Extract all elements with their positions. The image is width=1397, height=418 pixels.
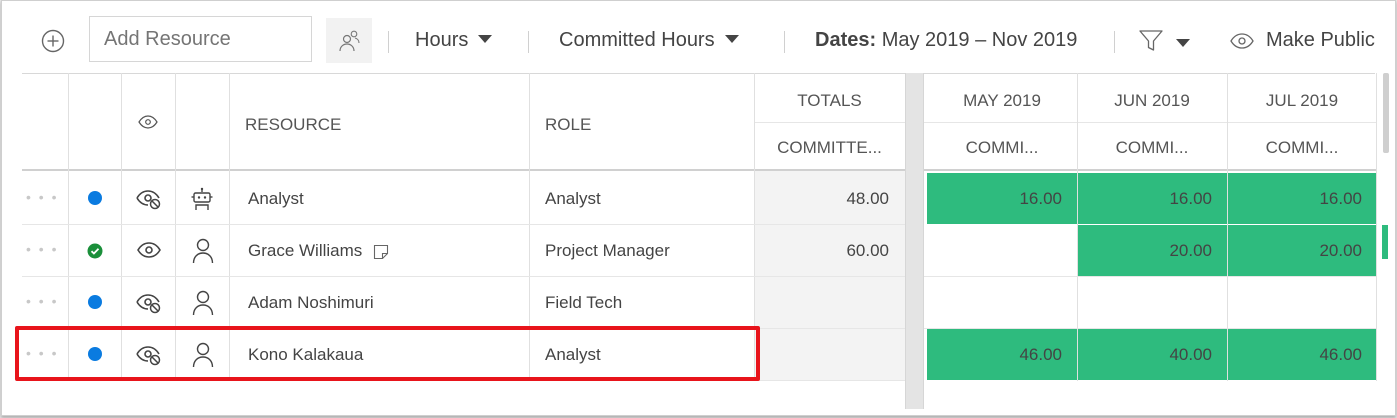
month-header-may[interactable]: MAY 2019 — [927, 91, 1077, 111]
resource-name-cell[interactable]: Grace Williams — [248, 241, 389, 261]
role-column-header[interactable]: ROLE — [545, 115, 591, 135]
scrollbar-thumb[interactable] — [1383, 73, 1389, 153]
committed-hours-dropdown[interactable]: Committed Hours — [559, 29, 739, 52]
dates-value: May 2019 – Nov 2019 — [881, 29, 1078, 51]
add-resource-input[interactable] — [104, 28, 297, 51]
resource-name[interactable]: Grace Williams — [248, 241, 362, 260]
resource-name[interactable]: Adam Noshimuri — [248, 293, 374, 313]
robot-icon — [191, 187, 213, 211]
header-bottom-border — [924, 169, 1376, 171]
month-subheader-may[interactable]: COMMI... — [927, 138, 1077, 158]
resource-column-header[interactable]: RESOURCE — [245, 115, 341, 135]
month-header-jun[interactable]: JUN 2019 — [1077, 91, 1227, 111]
status-dot — [88, 191, 102, 205]
row-drag-handle[interactable]: • • • — [26, 293, 58, 309]
overflow-cell-fill — [1382, 225, 1388, 259]
note-icon[interactable] — [373, 244, 389, 260]
month-subheader-jun[interactable]: COMMI... — [1077, 138, 1227, 158]
chevron-down-icon — [724, 34, 739, 43]
grid-top-border — [22, 73, 1375, 74]
toolbar-divider — [528, 31, 529, 53]
role-name[interactable]: Project Manager — [545, 241, 670, 261]
role-name[interactable]: Analyst — [545, 189, 601, 209]
row-divider — [22, 224, 905, 225]
chevron-down-icon — [478, 34, 493, 43]
row-drag-handle[interactable]: • • • — [26, 189, 58, 205]
dates-range[interactable]: Dates: May 2019 – Nov 2019 — [815, 29, 1077, 52]
row-divider — [924, 276, 1376, 277]
eye-hidden-icon[interactable] — [136, 188, 162, 210]
toolbar-divider — [1114, 31, 1115, 53]
row-drag-handle[interactable]: • • • — [26, 241, 58, 257]
filter-dropdown[interactable] — [1138, 28, 1198, 54]
totals-column-header[interactable]: TOTALS — [754, 91, 905, 111]
make-public-label: Make Public — [1266, 29, 1375, 51]
add-resource-field[interactable] — [89, 16, 312, 62]
pane-splitter[interactable] — [905, 73, 924, 409]
toolbar-divider — [784, 31, 785, 53]
toolbar-divider — [388, 31, 389, 53]
visibility-header-icon[interactable] — [138, 115, 158, 129]
resource-grid-window: Hours Committed Hours Dates: May 2019 – … — [1, 0, 1396, 416]
dates-prefix: Dates: — [815, 29, 877, 51]
month-value[interactable]: 46.00 — [1228, 345, 1362, 365]
month-value[interactable]: 16.00 — [1228, 189, 1362, 209]
person-icon — [192, 238, 214, 264]
eye-hidden-icon[interactable] — [136, 292, 162, 314]
highlight-box — [15, 326, 760, 381]
month-subheader-jul[interactable]: COMMI... — [1227, 138, 1377, 158]
people-search-button[interactable] — [326, 18, 372, 63]
eye-icon — [1230, 32, 1254, 50]
status-dot — [88, 295, 102, 309]
hours-label: Hours — [415, 29, 469, 51]
month-value[interactable]: 20.00 — [1228, 241, 1362, 261]
month-value[interactable]: 20.00 — [1078, 241, 1212, 261]
column-divider — [1376, 73, 1377, 381]
resource-name[interactable]: Analyst — [248, 189, 304, 209]
total-value: 60.00 — [846, 241, 889, 260]
header-divider — [924, 122, 1376, 123]
month-value[interactable]: 40.00 — [1078, 345, 1212, 365]
committed-hours-label: Committed Hours — [559, 29, 715, 51]
month-value[interactable]: 16.00 — [927, 189, 1062, 209]
total-value: 48.00 — [846, 189, 889, 208]
make-public-button[interactable]: Make Public — [1266, 29, 1375, 52]
month-value[interactable]: 46.00 — [927, 345, 1062, 365]
totals-committed-subheader[interactable]: COMMITTE... — [754, 138, 905, 158]
person-icon — [192, 290, 214, 316]
eye-icon[interactable] — [137, 242, 161, 258]
month-value[interactable]: 16.00 — [1078, 189, 1212, 209]
header-divider — [754, 122, 905, 123]
month-header-jul[interactable]: JUL 2019 — [1227, 91, 1377, 111]
row-divider — [22, 276, 905, 277]
people-icon — [339, 30, 360, 52]
chevron-down-icon — [1176, 39, 1190, 47]
toolbar: Hours Committed Hours Dates: May 2019 – … — [2, 1, 1395, 73]
add-circle-icon[interactable] — [41, 29, 65, 53]
hours-dropdown[interactable]: Hours — [415, 29, 493, 52]
filter-icon — [1139, 30, 1163, 51]
check-circle-icon — [87, 243, 103, 259]
role-name[interactable]: Field Tech — [545, 293, 622, 313]
